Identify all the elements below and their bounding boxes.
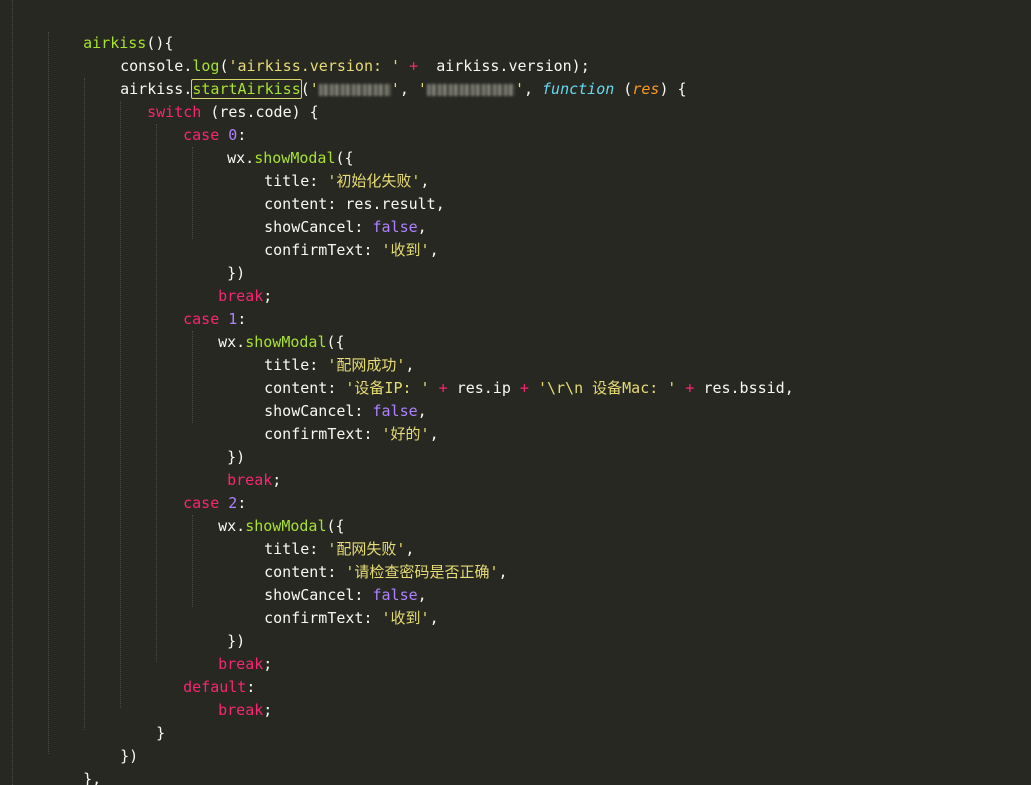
indent-guide bbox=[12, 0, 13, 785]
code-line[interactable]: console.log('airkiss.version: ' + airkis… bbox=[84, 32, 590, 75]
code-line[interactable]: switch (res.code) { bbox=[111, 78, 319, 121]
code-line[interactable]: }, bbox=[47, 745, 101, 785]
code-line[interactable]: wx.showModal({ bbox=[182, 308, 344, 351]
redacted-text bbox=[426, 83, 515, 96]
code-line[interactable]: title: '初始化失败', bbox=[228, 147, 429, 190]
redacted-text bbox=[318, 83, 391, 96]
code-line[interactable]: confirmText: '收到', bbox=[228, 216, 439, 259]
code-line[interactable]: showCancel: false, bbox=[228, 377, 427, 420]
code-line[interactable]: confirmText: '收到', bbox=[228, 584, 439, 627]
code-line[interactable]: } bbox=[120, 699, 165, 742]
indent-guide bbox=[48, 32, 49, 754]
code-line[interactable]: content: res.result, bbox=[228, 170, 445, 213]
code-line[interactable]: wx.showModal({ bbox=[191, 124, 353, 167]
code-editor[interactable]: airkiss(){ console.log('airkiss.version:… bbox=[0, 0, 1031, 785]
indent-guide bbox=[120, 101, 121, 708]
code-line[interactable]: break; bbox=[182, 676, 272, 719]
code-line[interactable]: confirmText: '好的', bbox=[228, 400, 439, 443]
code-line[interactable]: airkiss(){ bbox=[47, 9, 173, 52]
code-line[interactable]: }) bbox=[191, 423, 245, 466]
indent-guide bbox=[84, 78, 85, 730]
code-line[interactable]: default: bbox=[147, 653, 255, 696]
code-line[interactable]: case 1: bbox=[147, 285, 246, 328]
code-line[interactable]: title: '配网失败', bbox=[228, 515, 414, 558]
code-line[interactable]: }) bbox=[191, 607, 245, 650]
code-line[interactable]: }) bbox=[191, 239, 245, 282]
code-line[interactable]: case 2: bbox=[147, 469, 246, 512]
code-line[interactable]: showCancel: false, bbox=[228, 561, 427, 604]
code-line[interactable]: }) bbox=[84, 722, 138, 765]
code-line[interactable]: content: '设备IP: ' + res.ip + '\r\n 设备Mac… bbox=[228, 354, 794, 397]
code-line[interactable]: title: '配网成功', bbox=[228, 331, 414, 374]
code-line[interactable]: case 0: bbox=[147, 101, 246, 144]
code-line[interactable]: break; bbox=[182, 262, 272, 305]
code-line[interactable]: break; bbox=[182, 630, 272, 673]
indent-guide bbox=[156, 124, 157, 662]
code-line[interactable]: wx.showModal({ bbox=[182, 492, 344, 535]
code-line[interactable]: content: '请检查密码是否正确', bbox=[228, 538, 507, 581]
code-line[interactable]: break; bbox=[191, 446, 281, 489]
code-line[interactable]: airkiss.startAirkiss(' ', ' ', function (r… bbox=[84, 55, 687, 99]
code-line[interactable]: showCancel: false, bbox=[228, 193, 427, 236]
